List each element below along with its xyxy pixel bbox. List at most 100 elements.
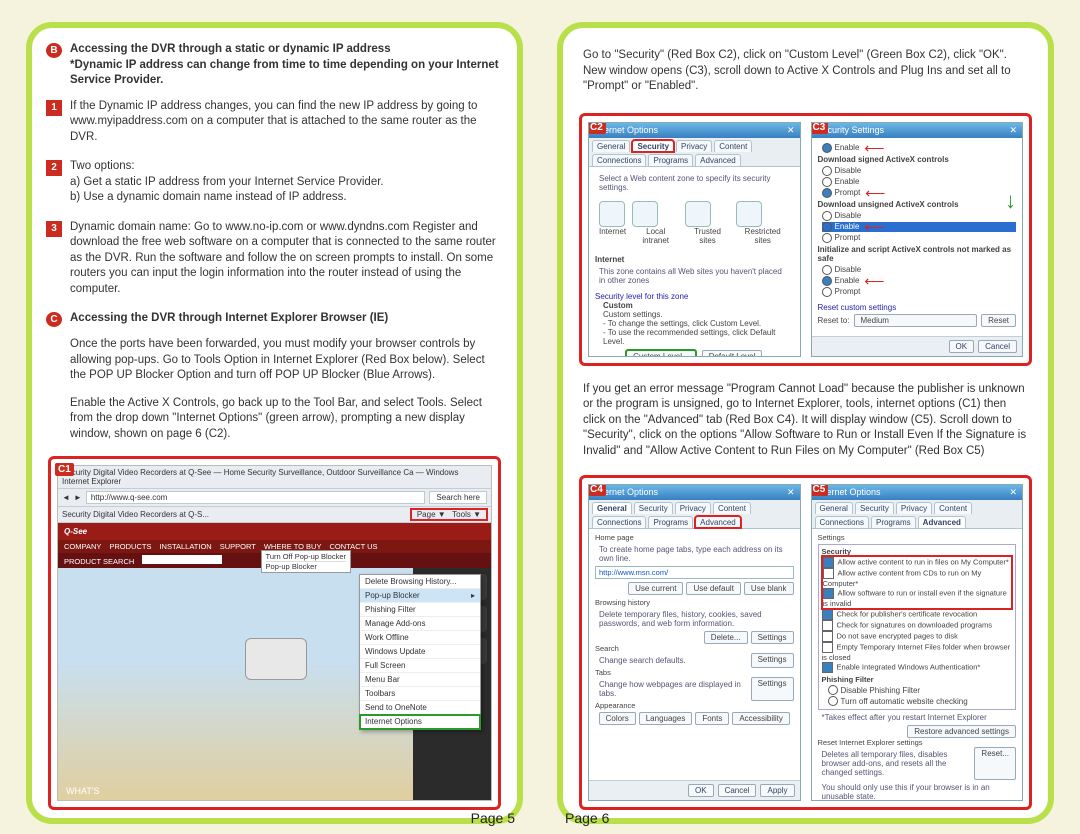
popup-blocker-row[interactable]: Pop-up Blocker (266, 561, 346, 571)
zone-restricted-icon[interactable] (736, 201, 762, 227)
c5-reset-btn[interactable]: Reset... (974, 747, 1016, 780)
radio-icon[interactable] (822, 177, 832, 187)
c2-tab-conn[interactable]: Connections (592, 154, 646, 166)
c4-tabs-btn[interactable]: Settings (751, 677, 794, 701)
c5-tab-content[interactable]: Content (934, 502, 972, 514)
checkbox-icon[interactable] (822, 609, 833, 620)
c5-item-3[interactable]: Check for publisher's certificate revoca… (837, 610, 978, 619)
c4-use-blank[interactable]: Use blank (744, 582, 794, 595)
c5-item-6[interactable]: Empty Temporary Internet Files folder wh… (822, 643, 1011, 663)
c3-g0-prompt[interactable]: Prompt (835, 188, 861, 197)
c2-tab-privacy[interactable]: Privacy (676, 140, 712, 152)
c5-close-icon[interactable]: ✕ (1009, 487, 1017, 498)
nav-company[interactable]: COMPANY (64, 542, 101, 551)
c3-ok-button[interactable]: OK (949, 340, 975, 353)
dd-phishing[interactable]: Phishing Filter (360, 603, 480, 617)
c4-access[interactable]: Accessibility (732, 712, 790, 725)
c5-tab-prog[interactable]: Programs (871, 516, 916, 528)
dd-fullscreen[interactable]: Full Screen (360, 659, 480, 673)
c5-tab-privacy[interactable]: Privacy (896, 502, 932, 514)
c3-g0-disable[interactable]: Disable (835, 166, 862, 175)
c2-tab-general[interactable]: General (592, 140, 630, 152)
c2-tab-prog[interactable]: Programs (648, 154, 693, 166)
c3-g2-enable[interactable]: Enable (835, 276, 860, 285)
c4-fonts[interactable]: Fonts (695, 712, 729, 725)
c3-g1-prompt[interactable]: Prompt (835, 233, 861, 242)
c4-tab-content[interactable]: Content (713, 502, 751, 514)
radio-icon[interactable] (822, 265, 832, 275)
c2-tab-security[interactable]: Security (632, 140, 674, 152)
radio-icon[interactable] (822, 143, 832, 153)
browser-tab[interactable]: Security Digital Video Recorders at Q-S.… (62, 510, 209, 519)
c4-hist-settings[interactable]: Settings (751, 631, 794, 644)
c5-phish-1[interactable]: Turn off automatic website checking (841, 697, 968, 706)
c3-g0-enable2[interactable]: Enable (835, 177, 860, 186)
checkbox-icon[interactable] (823, 568, 834, 579)
popup-off-item[interactable]: Turn Off Pop-up Blocker (266, 552, 346, 561)
c5-tab-adv[interactable]: Advanced (918, 516, 966, 528)
c4-tab-prog[interactable]: Programs (648, 516, 693, 528)
c3-g1-enable[interactable]: Enable (835, 222, 860, 231)
radio-icon[interactable] (828, 685, 838, 695)
zone-trusted-icon[interactable] (685, 201, 711, 227)
zone-intranet-icon[interactable] (632, 201, 658, 227)
c4-tab-conn[interactable]: Connections (592, 516, 646, 528)
c4-hist-delete[interactable]: Delete... (704, 631, 748, 644)
nav-back-icon[interactable]: ◄ (62, 493, 70, 502)
c4-languages[interactable]: Languages (639, 712, 693, 725)
radio-icon[interactable] (822, 188, 832, 198)
c2-custom-level-button[interactable]: Custom Level... (626, 350, 696, 357)
c5-tab-general[interactable]: General (815, 502, 853, 514)
site-search-input[interactable] (142, 555, 222, 564)
c3-reset-select[interactable]: Medium (854, 314, 978, 327)
url-input[interactable]: http://www.q-see.com (86, 491, 426, 504)
nav-install[interactable]: INSTALLATION (159, 542, 211, 551)
c2-close-icon[interactable]: ✕ (787, 125, 795, 136)
c4-tab-privacy[interactable]: Privacy (675, 502, 711, 514)
c4-apply-button[interactable]: Apply (760, 784, 794, 797)
dd-internet-options[interactable]: Internet Options (360, 715, 480, 729)
c3-g2-prompt[interactable]: Prompt (835, 287, 861, 296)
c4-ok-button[interactable]: OK (688, 784, 714, 797)
c5-item-7[interactable]: Enable Integrated Windows Authentication… (837, 663, 981, 672)
radio-icon[interactable] (822, 211, 832, 221)
c2-tab-adv[interactable]: Advanced (695, 154, 741, 166)
c3-g1-disable[interactable]: Disable (835, 211, 862, 220)
c4-home-url[interactable]: http://www.msn.com/ (595, 566, 794, 579)
c4-close-icon[interactable]: ✕ (787, 487, 795, 498)
c4-tab-security[interactable]: Security (634, 502, 673, 514)
c4-use-default[interactable]: Use default (686, 582, 740, 595)
c3-cancel-button[interactable]: Cancel (978, 340, 1017, 353)
nav-fwd-icon[interactable]: ► (74, 493, 82, 502)
c2-default-level-button[interactable]: Default Level (702, 350, 763, 357)
c3-close-icon[interactable]: ✕ (1009, 125, 1017, 136)
checkbox-icon[interactable] (823, 588, 834, 599)
c4-tab-adv[interactable]: Advanced (695, 516, 741, 528)
dd-offline[interactable]: Work Offline (360, 631, 480, 645)
c5-tab-security[interactable]: Security (855, 502, 894, 514)
checkbox-icon[interactable] (822, 642, 833, 653)
dd-addons[interactable]: Manage Add-ons (360, 617, 480, 631)
popup-blocker-submenu[interactable]: Turn Off Pop-up Blocker Pop-up Blocker (261, 550, 351, 573)
nav-support[interactable]: SUPPORT (220, 542, 256, 551)
c3-g0-enable[interactable]: Enable (835, 143, 860, 152)
c4-tab-general[interactable]: General (592, 502, 632, 514)
c5-phish-0[interactable]: Disable Phishing Filter (841, 686, 921, 695)
c5-restore-btn[interactable]: Restore advanced settings (907, 725, 1016, 738)
c4-colors[interactable]: Colors (599, 712, 636, 725)
zone-internet-icon[interactable] (599, 201, 625, 227)
checkbox-icon[interactable] (822, 620, 833, 631)
checkbox-icon[interactable] (823, 557, 834, 568)
tools-dropdown[interactable]: Delete Browsing History... Pop-up Blocke… (359, 574, 481, 730)
c3-reset-button[interactable]: Reset (981, 314, 1016, 327)
c4-cancel-button[interactable]: Cancel (718, 784, 757, 797)
c5-item-5[interactable]: Do not save encrypted pages to disk (837, 632, 958, 641)
radio-icon[interactable] (828, 696, 838, 706)
dd-popup-blocker[interactable]: Pop-up Blocker▸ (360, 589, 480, 603)
c4-use-current[interactable]: Use current (628, 582, 683, 595)
checkbox-icon[interactable] (822, 662, 833, 673)
c5-item-2[interactable]: Allow software to run or install even if… (823, 589, 1007, 609)
radio-icon[interactable] (822, 276, 832, 286)
tools-button[interactable]: Page ▼ Tools ▼ (411, 509, 487, 520)
checkbox-icon[interactable] (822, 631, 833, 642)
